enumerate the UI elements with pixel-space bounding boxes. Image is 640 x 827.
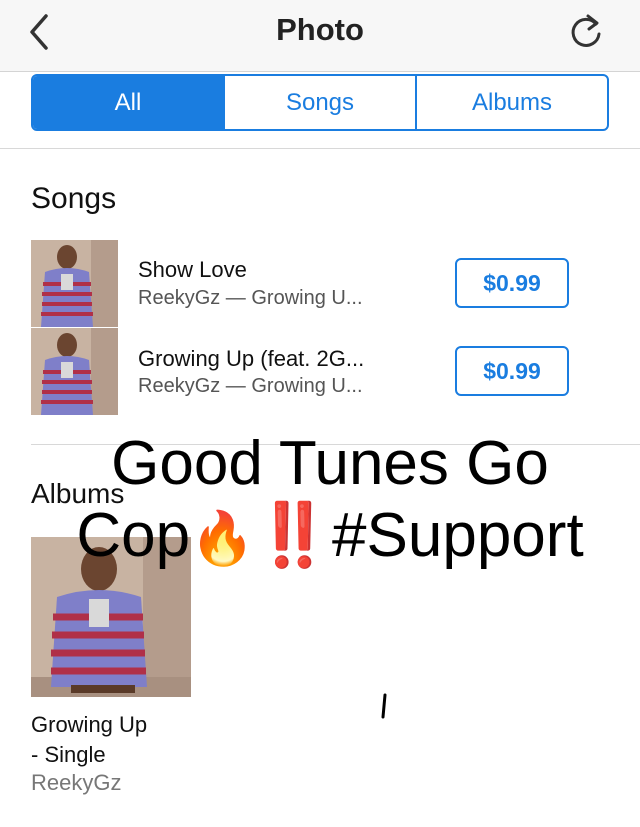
refresh-icon[interactable]	[566, 10, 606, 50]
song-subtitle: ReekyGz — Growing U...	[138, 287, 363, 309]
album-name[interactable]: Growing Up - Single	[31, 710, 147, 770]
album-name-line: - Single	[31, 742, 106, 767]
navigation-bar: Photo	[0, 0, 640, 72]
album-name-line: Growing Up	[31, 712, 148, 737]
songs-section-title: Songs	[31, 182, 117, 215]
pen-stroke	[380, 693, 388, 719]
fire-icon: 🔥	[190, 510, 255, 568]
buy-price-button[interactable]: $0.99	[455, 258, 569, 308]
segment-all[interactable]: All	[33, 76, 223, 129]
segment-songs[interactable]: Songs	[223, 76, 415, 129]
double-exclamation-icon: ‼️	[254, 501, 333, 570]
caption-hashtag: #Support	[332, 501, 584, 570]
buy-price-button[interactable]: $0.99	[455, 346, 569, 396]
song-artwork[interactable]	[31, 240, 118, 327]
segment-albums[interactable]: Albums	[415, 76, 607, 129]
segmented-control: All Songs Albums	[31, 74, 609, 131]
album-artist: ReekyGz	[31, 770, 122, 795]
caption-line-1: Good Tunes Go	[111, 429, 549, 498]
song-subtitle: ReekyGz — Growing U...	[138, 375, 363, 397]
song-title[interactable]: Show Love	[138, 257, 247, 283]
song-title[interactable]: Growing Up (feat. 2G...	[138, 346, 364, 372]
caption-line-2: Cop🔥‼️#Support	[40, 500, 620, 575]
overlay-caption: Good Tunes Go Cop🔥‼️#Support	[40, 428, 620, 575]
page-title: Photo	[276, 12, 364, 47]
song-artwork[interactable]	[31, 328, 118, 415]
divider	[0, 148, 640, 149]
caption-text: Cop	[76, 501, 191, 570]
